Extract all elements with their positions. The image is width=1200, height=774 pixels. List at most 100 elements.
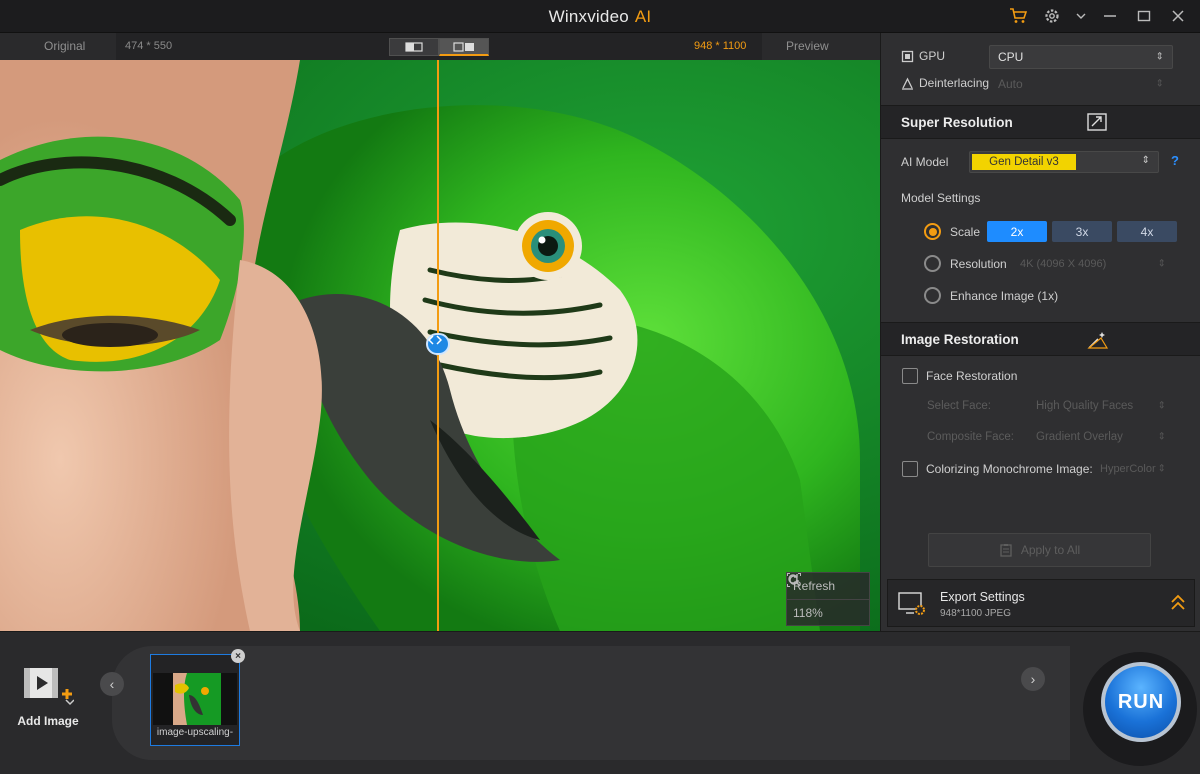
export-settings-icon (898, 592, 925, 615)
minimize-icon[interactable] (1100, 6, 1120, 26)
remove-thumbnail-icon[interactable]: × (231, 649, 245, 663)
deinterlacing-label: Deinterlacing (919, 76, 990, 90)
preview-label: Preview (786, 39, 829, 53)
updown-icon: ⇕ (1155, 78, 1164, 90)
thumbnail-name: image-upscaling- (156, 727, 234, 738)
cart-icon[interactable] (1008, 6, 1028, 26)
side-by-side-view-button[interactable] (439, 38, 489, 56)
resolution-radio[interactable] (924, 255, 941, 272)
magic-wand-icon (1087, 332, 1109, 349)
select-face-label: Select Face: (927, 400, 991, 412)
scale-label: Scale (950, 224, 981, 239)
model-settings-label: Model Settings (901, 191, 981, 205)
settings-panel: GPU CPU ⇕ Deinterlacing Auto ⇕ Super Res… (880, 33, 1200, 633)
add-image-button[interactable]: Add Image (10, 664, 86, 734)
resolution-label: Resolution (950, 256, 1007, 271)
app-title-accent: AI (634, 7, 652, 26)
scroll-left-button[interactable]: ‹ (100, 672, 124, 696)
scale-radio[interactable] (924, 223, 941, 240)
deinterlacing-select[interactable]: Auto ⇕ (989, 73, 1173, 95)
enhance-label: Enhance Image (1x) (950, 288, 1059, 303)
preview-controls: Refresh 118% (786, 572, 870, 626)
title-bar: Winxvideo AI (0, 0, 1200, 33)
colorizing-row[interactable]: Colorizing Monochrome Image: (902, 461, 1093, 477)
face-restoration-checkbox[interactable] (902, 368, 918, 384)
gpu-label: GPU (919, 49, 946, 63)
image-preview-canvas[interactable]: Refresh 118% (0, 60, 880, 631)
file-strip: Add Image ‹ image-upscaling- × › RUN (0, 631, 1200, 774)
view-mode-toggle (389, 38, 489, 56)
upscale-icon (1087, 113, 1107, 131)
scale-3x-button[interactable]: 3x (1052, 221, 1112, 242)
maximize-icon[interactable] (1134, 6, 1154, 26)
image-restoration-title: Image Restoration (901, 332, 1019, 347)
enhance-radio-row[interactable]: Enhance Image (1x) (924, 287, 1058, 304)
original-tab[interactable]: Original (0, 33, 116, 60)
colorizing-label: Colorizing Monochrome Image: (926, 462, 1093, 476)
updown-icon: ⇕ (1157, 463, 1166, 475)
ai-model-label: AI Model (901, 155, 949, 169)
colorizing-select[interactable]: HyperColor ⇕ (1091, 458, 1175, 480)
thumbnail-item[interactable]: image-upscaling- × (150, 649, 245, 746)
updown-icon: ⇕ (1141, 155, 1150, 166)
preview-tab[interactable]: Preview (762, 33, 880, 60)
ai-model-value: Gen Detail v3 (972, 154, 1076, 170)
gpu-icon (901, 50, 914, 62)
select-face-select[interactable]: High Quality Faces ⇕ (1027, 395, 1175, 417)
close-icon[interactable] (1168, 6, 1188, 26)
add-video-icon (24, 668, 74, 706)
preview-header: Original 474 * 550 948 * 1100 Preview (0, 33, 880, 60)
scale-radio-row[interactable]: Scale (924, 223, 980, 240)
original-label: Original (44, 39, 86, 53)
zoom-button[interactable]: 118% (787, 573, 869, 625)
scale-4x-button[interactable]: 4x (1117, 221, 1177, 242)
super-resolution-header: Super Resolution (881, 105, 1200, 139)
preview-dimensions: 948 * 1100 (694, 40, 747, 52)
clipboard-icon (1000, 544, 1012, 557)
gpu-select[interactable]: CPU ⇕ (989, 45, 1173, 69)
export-settings-title: Export Settings (940, 590, 1025, 604)
export-settings-summary: 948*1100 JPEG (940, 608, 1011, 619)
scroll-right-button[interactable]: › (1021, 667, 1045, 691)
super-resolution-title: Super Resolution (901, 115, 1013, 130)
gpu-select-value: CPU (998, 50, 1024, 64)
composite-face-value: Gradient Overlay (1036, 431, 1123, 443)
thumbnail-image (153, 673, 237, 725)
compare-divider-handle[interactable] (426, 333, 450, 355)
run-button-container: RUN (1083, 652, 1197, 766)
apply-to-all-label: Apply to All (1020, 543, 1081, 557)
thumbnail-track (112, 646, 1070, 760)
apply-to-all-button[interactable]: Apply to All (928, 533, 1151, 567)
updown-icon: ⇕ (1157, 400, 1166, 412)
original-dimensions: 474 * 550 (125, 40, 173, 52)
split-view-button[interactable] (389, 38, 439, 56)
app-title-text: Winxvideo (548, 7, 629, 26)
zoom-level: 118% (793, 605, 823, 620)
run-button[interactable]: RUN (1105, 666, 1177, 738)
add-image-label: Add Image (17, 714, 79, 728)
colorizing-checkbox[interactable] (902, 461, 918, 477)
updown-icon: ⇕ (1157, 431, 1166, 443)
face-restoration-label: Face Restoration (926, 369, 1018, 383)
resolution-select[interactable]: 4K (4096 X 4096) ⇕ (1011, 253, 1175, 275)
composite-face-label: Composite Face: (927, 431, 1014, 443)
face-restoration-row[interactable]: Face Restoration (902, 368, 1017, 384)
composite-face-select[interactable]: Gradient Overlay ⇕ (1027, 426, 1175, 448)
export-settings-bar[interactable]: Export Settings 948*1100 JPEG (887, 579, 1195, 627)
resolution-radio-row[interactable]: Resolution (924, 255, 1007, 272)
deinterlace-icon (902, 77, 913, 90)
zoom-icon (787, 573, 801, 587)
chevron-down-icon[interactable] (1076, 6, 1086, 26)
resolution-select-value: 4K (4096 X 4096) (1020, 258, 1107, 270)
scale-2x-button[interactable]: 2x (987, 221, 1047, 242)
colorizing-value: HyperColor (1100, 463, 1156, 475)
help-icon[interactable]: ? (1171, 153, 1179, 168)
gear-icon[interactable] (1042, 6, 1062, 26)
updown-icon: ⇕ (1157, 258, 1166, 270)
ai-model-select[interactable]: Gen Detail v3 ⇕ (969, 151, 1159, 173)
image-restoration-header: Image Restoration (881, 322, 1200, 356)
deinterlacing-select-value: Auto (998, 77, 1023, 91)
double-chevron-up-icon[interactable] (1170, 594, 1186, 612)
updown-icon: ⇕ (1155, 51, 1164, 63)
enhance-radio[interactable] (924, 287, 941, 304)
